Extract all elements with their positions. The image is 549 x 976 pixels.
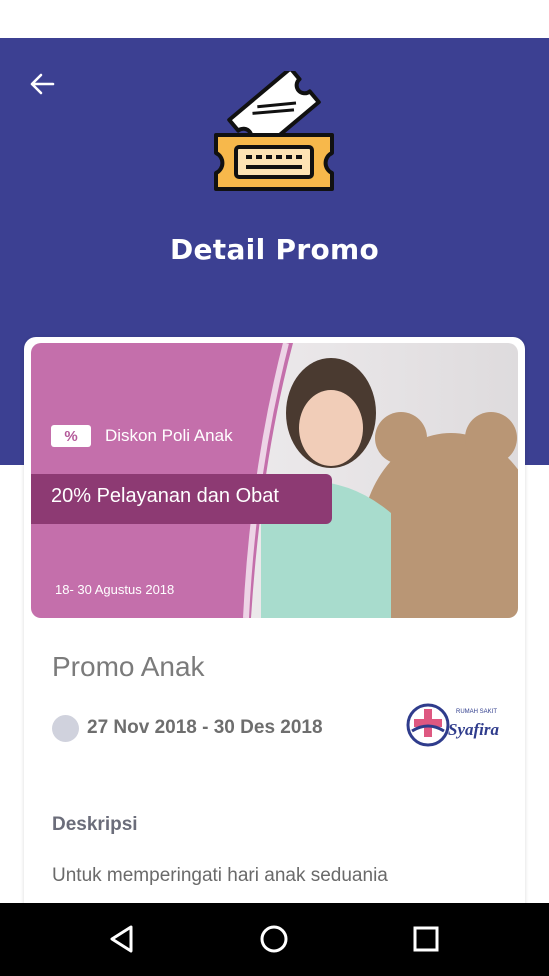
hospital-logo: RUMAH SAKIT Syafira (406, 703, 500, 747)
nav-home-button[interactable] (254, 919, 294, 959)
date-row: 27 Nov 2018 - 30 Des 2018 (52, 713, 323, 743)
calendar-icon (52, 714, 79, 742)
description-label: Deskripsi (52, 814, 138, 835)
discount-badge: % (51, 425, 91, 447)
banner-main-text: 20% Pelayanan dan Obat (51, 485, 279, 507)
status-bar (0, 0, 549, 38)
promo-banner-image[interactable]: % Diskon Poli Anak 20% Pelayanan dan Oba… (31, 343, 518, 618)
promo-card: % Diskon Poli Anak 20% Pelayanan dan Oba… (24, 337, 525, 937)
banner-subtitle: Diskon Poli Anak (105, 426, 233, 445)
hospital-logo-caption: RUMAH SAKIT (456, 709, 497, 715)
hospital-logo-name: Syafira (448, 720, 500, 739)
promo-title: Promo Anak (52, 651, 205, 682)
circle-home-icon (260, 925, 288, 953)
back-button[interactable] (24, 66, 60, 102)
nav-back-button[interactable] (102, 919, 142, 959)
ticket-icon (214, 71, 334, 191)
triangle-back-icon (110, 925, 133, 953)
arrow-left-icon (30, 73, 55, 95)
page-title: Detail Promo (169, 233, 380, 266)
banner-date: 18- 30 Agustus 2018 (55, 582, 175, 597)
description-text: Untuk memperingati hari anak seduania (52, 865, 388, 886)
system-nav-bar (0, 903, 549, 976)
nav-recents-button[interactable] (406, 919, 446, 959)
square-recents-icon (413, 926, 439, 952)
date-range: 27 Nov 2018 - 30 Des 2018 (87, 717, 323, 738)
